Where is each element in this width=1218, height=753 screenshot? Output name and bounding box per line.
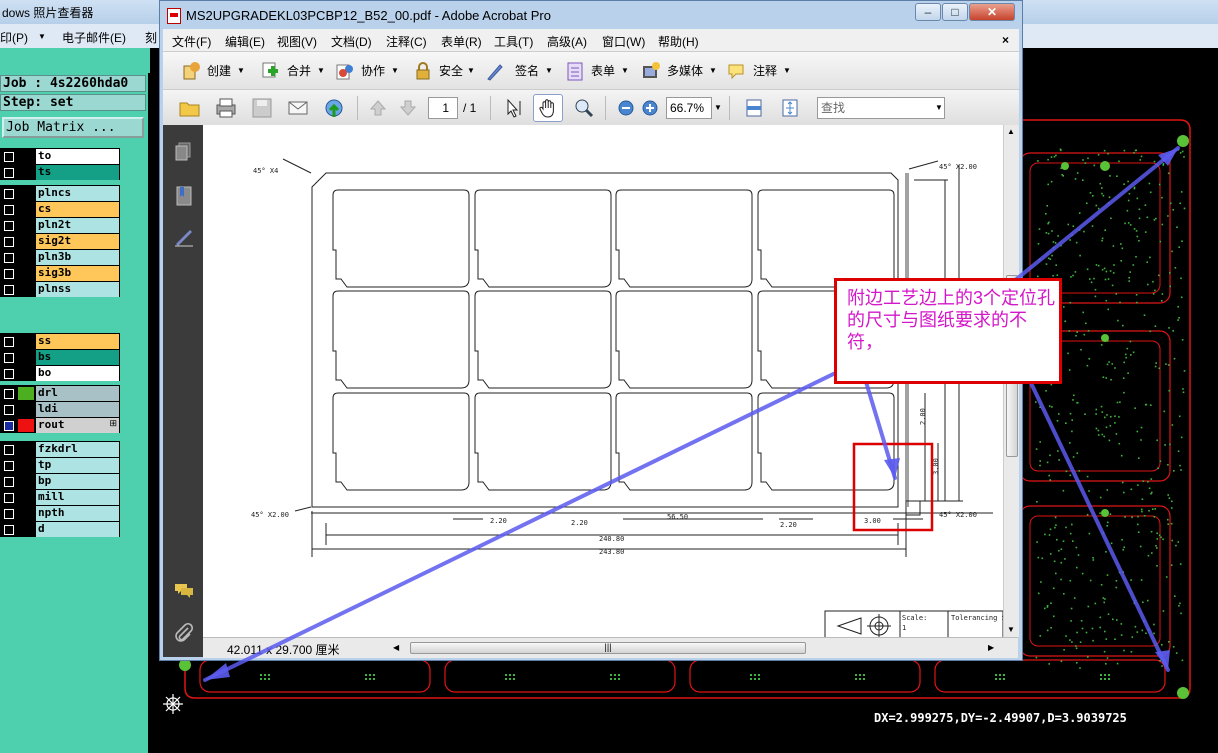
- highlight-box: [852, 442, 934, 532]
- annotation-text: 附边工艺边上的3个定位孔的尺寸与图纸要求的不符，: [847, 288, 1056, 352]
- arrow-to-top-right-fiducial: [1006, 146, 1180, 288]
- annotation-callout: 附边工艺边上的3个定位孔的尺寸与图纸要求的不符，: [834, 278, 1062, 384]
- arrow-to-bottom-right-fiducial: [1018, 358, 1170, 672]
- arrow-to-left-fiducial: [203, 360, 860, 682]
